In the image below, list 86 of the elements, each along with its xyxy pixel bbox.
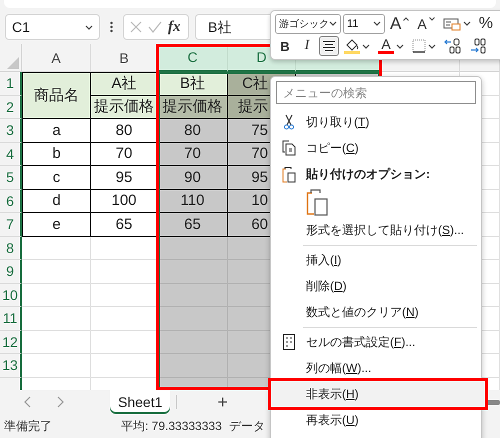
caret-icon xyxy=(362,44,370,49)
row-header[interactable]: 8 xyxy=(0,236,22,260)
table-cell: e xyxy=(22,213,91,236)
italic-button[interactable]: I xyxy=(297,36,317,56)
font-dropdown[interactable]: 游ゴシック xyxy=(275,14,341,34)
caret-icon xyxy=(396,44,404,49)
center-align-icon xyxy=(322,40,336,52)
status-text: 準備完了 xyxy=(4,418,53,434)
decrease-decimal-icon xyxy=(470,38,488,54)
row-header[interactable]: 4 xyxy=(0,142,22,166)
caret-icon xyxy=(428,16,435,21)
caret-icon xyxy=(85,24,93,30)
paste-button[interactable] xyxy=(306,188,328,216)
column-header[interactable]: A xyxy=(22,44,91,72)
menu-item[interactable]: 切り取り(T) xyxy=(306,109,481,135)
add-sheet-button[interactable]: + xyxy=(213,392,232,412)
table-cell: b xyxy=(22,142,91,166)
row-header[interactable]: 13 xyxy=(0,354,22,378)
menu-item[interactable]: 再表示(U) xyxy=(306,407,481,433)
row-header[interactable]: 2 xyxy=(0,96,22,119)
row-header[interactable]: 6 xyxy=(0,190,22,213)
row-header[interactable]: 11 xyxy=(0,307,22,330)
insert-function-button[interactable]: fx xyxy=(168,18,180,36)
center-align-button[interactable] xyxy=(319,36,339,56)
increase-decimal-icon xyxy=(444,38,462,54)
number-format-icon xyxy=(442,16,461,31)
more-options-icon xyxy=(110,21,113,33)
row-header[interactable]: 9 xyxy=(0,260,22,284)
table-cell: c xyxy=(22,166,91,190)
check-icon xyxy=(148,21,162,33)
row-header[interactable]: 12 xyxy=(0,330,22,354)
menu-item[interactable]: 数式と値のクリア(N) xyxy=(306,299,481,325)
format-cells-icon xyxy=(282,334,294,350)
increase-font-size-button[interactable]: A xyxy=(387,14,412,34)
percent-style-button[interactable]: % xyxy=(476,14,496,34)
caret-icon xyxy=(462,21,471,26)
name-box[interactable]: C1 xyxy=(5,14,100,40)
table-cell: 提示価格 xyxy=(91,96,158,119)
scissors-icon xyxy=(282,114,294,130)
row-header[interactable]: 7 xyxy=(0,213,22,236)
table-cell: 80 xyxy=(158,119,228,142)
table-cell: 100 xyxy=(91,190,158,213)
average-text: 平均: 79.33333333 xyxy=(121,418,223,434)
caret-icon xyxy=(403,16,410,21)
menu-item[interactable]: 形式を選択して貼り付け(S)... xyxy=(306,217,481,243)
borders-icon xyxy=(412,39,426,54)
menu-item[interactable]: 挿入(I) xyxy=(306,247,481,273)
clipboard-icon xyxy=(306,188,328,216)
table-cell: d xyxy=(22,190,91,213)
corner-triangle-icon xyxy=(7,57,19,69)
count-text: データ xyxy=(229,418,265,434)
caret-icon xyxy=(428,44,436,49)
table-cell: 110 xyxy=(158,190,228,213)
menu-search-field[interactable]: メニューの検索 xyxy=(276,81,476,104)
column-header[interactable]: B xyxy=(91,44,158,72)
table-cell: 70 xyxy=(158,142,228,166)
copy-icon xyxy=(282,140,296,156)
row-header[interactable]: 1 xyxy=(0,72,22,96)
decrease-font-size-button[interactable]: A xyxy=(414,14,438,34)
font-color-button[interactable]: A xyxy=(375,36,407,56)
table-cell: A社 xyxy=(91,72,158,96)
next-sheet-icon xyxy=(56,396,64,408)
caret-icon xyxy=(373,21,381,26)
table-cell: 65 xyxy=(158,213,228,236)
caret-icon xyxy=(329,21,337,26)
menu-item[interactable]: 列の幅(W)... xyxy=(306,355,481,381)
table-cell: a xyxy=(22,119,91,142)
table-cell: 商品名 xyxy=(22,72,91,119)
table-cell: 80 xyxy=(91,119,158,142)
row-header[interactable]: 10 xyxy=(0,284,22,307)
table-cell: 95 xyxy=(91,166,158,190)
table-cell: 90 xyxy=(158,166,228,190)
table-cell: 70 xyxy=(91,142,158,166)
menu-item[interactable]: 削除(D) xyxy=(306,273,481,299)
menu-item[interactable]: コピー(C) xyxy=(306,135,481,161)
font-size-dropdown[interactable]: 11 xyxy=(343,14,385,34)
sheet-tab[interactable]: Sheet1 xyxy=(110,390,170,414)
row-header[interactable]: 5 xyxy=(0,166,22,190)
cancel-icon xyxy=(130,21,142,33)
menu-item[interactable]: セルの書式設定(F)... xyxy=(306,329,481,355)
row-header[interactable]: 3 xyxy=(0,119,22,142)
table-cell: 65 xyxy=(91,213,158,236)
clipboard-icon xyxy=(282,166,296,182)
table-cell: 提示価格 xyxy=(158,96,228,119)
menu-heading: 貼り付けのオプション: xyxy=(306,166,430,182)
previous-sheet-icon xyxy=(24,396,32,408)
